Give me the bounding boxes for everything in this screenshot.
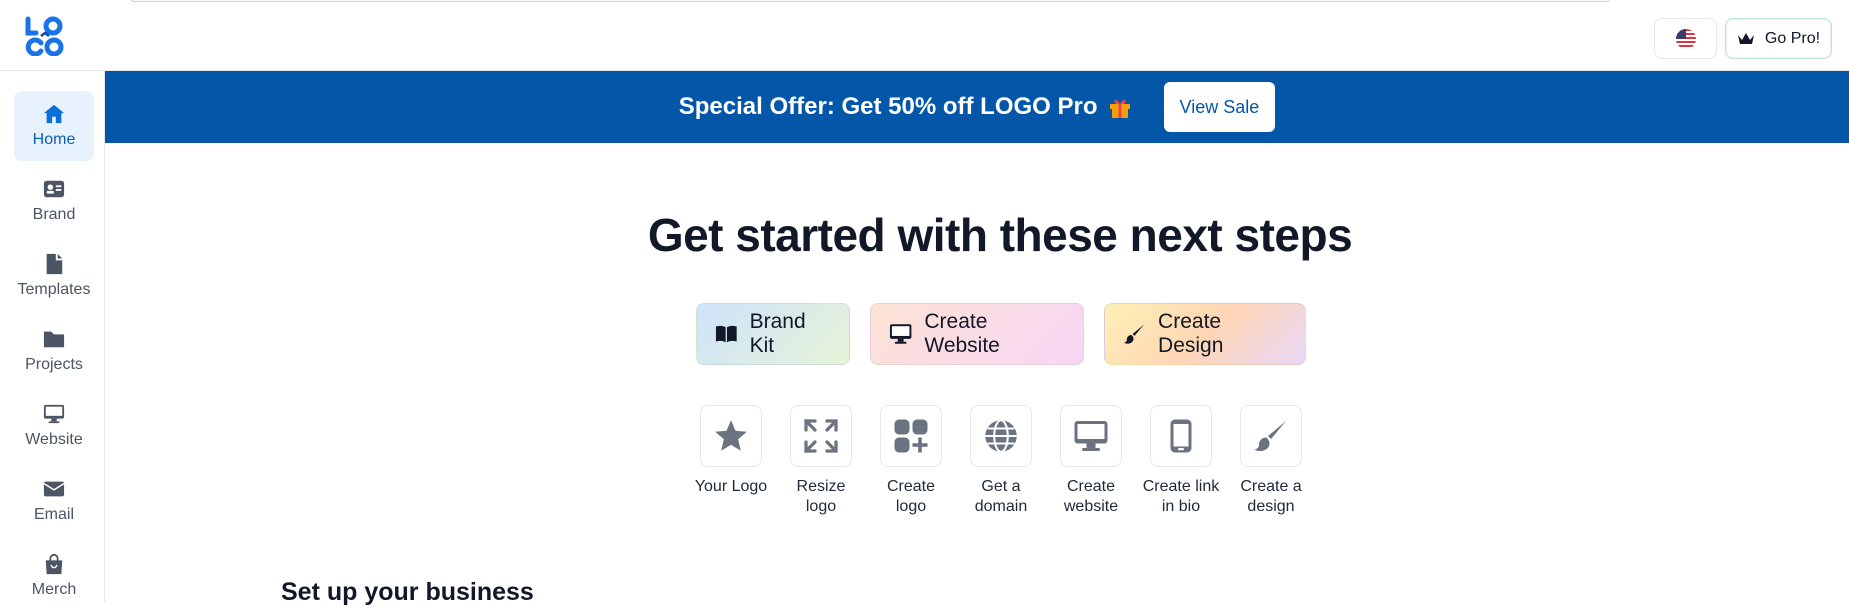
- tool-create-website[interactable]: Create website: [1051, 405, 1131, 517]
- offer-text: Special Offer: Get 50% off LOGO Pro: [679, 93, 1132, 121]
- tool-get-domain[interactable]: Get a domain: [961, 405, 1041, 517]
- page-title: Get started with these next steps: [647, 209, 1353, 261]
- tool-label: Create website: [1064, 477, 1118, 517]
- tool-icon-box[interactable]: [700, 405, 762, 467]
- view-sale-button[interactable]: View Sale: [1163, 82, 1276, 132]
- sidebar-item-brand[interactable]: Brand: [14, 166, 94, 236]
- home-icon: [43, 104, 65, 124]
- tool-create-design[interactable]: Create a design: [1231, 405, 1311, 517]
- monitor-icon: [43, 404, 65, 424]
- envelope-icon: [43, 481, 65, 497]
- go-pro-button[interactable]: Go Pro!: [1725, 18, 1832, 59]
- sidebar-item-projects[interactable]: Projects: [14, 316, 94, 386]
- tool-label: Your Logo: [695, 477, 767, 497]
- shopping-bag-icon: [45, 553, 63, 575]
- file-icon: [46, 253, 63, 275]
- expand-icon: [804, 419, 838, 453]
- tool-label: Create link in bio: [1143, 477, 1219, 517]
- sidebar-item-email[interactable]: Email: [14, 466, 94, 536]
- tool-label-line: logo: [895, 498, 927, 515]
- phone-icon: [1170, 419, 1192, 453]
- sidebar-item-label: Email: [33, 506, 74, 523]
- brand-kit-label: Brand Kit: [749, 310, 806, 357]
- tool-label: Create a design: [1240, 477, 1301, 517]
- tool-label-line: Get a: [981, 478, 1021, 495]
- tool-your-logo[interactable]: Your Logo: [691, 405, 771, 497]
- sidebar-item-website[interactable]: Website: [14, 391, 94, 461]
- logo[interactable]: [24, 16, 64, 57]
- section-title: Set up your business: [281, 578, 534, 606]
- create-design-label: Create Design: [1158, 310, 1224, 357]
- sidebar: Home Brand Templates Projects Website Em…: [0, 71, 105, 602]
- language-button[interactable]: [1654, 18, 1717, 59]
- tool-label-line: Create a: [1240, 478, 1302, 495]
- tool-label-line: Create: [886, 478, 936, 495]
- gift-icon: [1109, 99, 1130, 118]
- tool-label-line: design: [1247, 498, 1295, 515]
- shapes-plus-icon: [894, 419, 928, 453]
- us-flag-icon: [1675, 28, 1696, 49]
- monitor-icon: [1074, 421, 1108, 451]
- sidebar-item-label: Projects: [25, 356, 83, 373]
- tool-label-line: domain: [974, 498, 1028, 515]
- tool-label: Resize logo: [797, 477, 846, 517]
- browser-url-bar: [130, 0, 1610, 2]
- tool-label-line: Create link: [1142, 478, 1220, 495]
- logo-icon: [25, 16, 64, 57]
- tool-label: Get a domain: [975, 477, 1027, 517]
- tool-icon-box[interactable]: [790, 405, 852, 467]
- sidebar-item-label: Home: [32, 131, 76, 148]
- tool-icon-box[interactable]: [970, 405, 1032, 467]
- create-website-button[interactable]: Create Website: [870, 303, 1084, 365]
- special-offer-banner: Special Offer: Get 50% off LOGO Pro View…: [105, 71, 1849, 143]
- tool-resize-logo[interactable]: Resize logo: [781, 405, 861, 517]
- folder-icon: [43, 331, 65, 348]
- paintbrush-icon: [1123, 324, 1145, 344]
- sidebar-item-merch[interactable]: Merch: [14, 541, 94, 611]
- create-design-button[interactable]: Create Design: [1104, 303, 1306, 365]
- tool-label-line: in bio: [1161, 498, 1201, 515]
- book-icon: [715, 325, 737, 343]
- tool-icon-box[interactable]: [1240, 405, 1302, 467]
- sidebar-item-label: Templates: [17, 281, 91, 298]
- monitor-icon: [889, 324, 912, 344]
- tool-create-logo[interactable]: Create logo: [871, 405, 951, 517]
- sidebar-item-label: Merch: [31, 581, 77, 598]
- tool-label-line: Resize: [796, 478, 846, 495]
- tool-icon-box[interactable]: [1060, 405, 1122, 467]
- tool-icon-box[interactable]: [880, 405, 942, 467]
- sidebar-item-templates[interactable]: Templates: [14, 241, 94, 311]
- tool-label-line: website: [1063, 498, 1119, 515]
- tool-label-line: logo: [805, 498, 837, 515]
- brand-kit-button[interactable]: Brand Kit: [696, 303, 850, 365]
- tool-icon-box[interactable]: [1150, 405, 1212, 467]
- tool-label-line: Create: [1066, 478, 1116, 495]
- create-website-label: Create Website: [924, 310, 1000, 357]
- star-icon: [715, 420, 747, 451]
- offer-label: Special Offer: Get 50% off LOGO Pro: [678, 93, 1098, 120]
- sidebar-item-label: Brand: [32, 206, 76, 223]
- sidebar-item-home[interactable]: Home: [14, 91, 94, 161]
- globe-icon: [985, 419, 1017, 453]
- crown-icon: [1737, 32, 1754, 44]
- sidebar-item-label: Website: [25, 431, 83, 448]
- top-bar: Go Pro!: [0, 0, 1849, 71]
- paintbrush-icon: [1254, 421, 1286, 452]
- tool-label: Create logo: [887, 477, 935, 517]
- tool-label-line: Your Logo: [694, 478, 768, 495]
- go-pro-label: Go Pro!: [1764, 29, 1821, 47]
- tool-link-in-bio[interactable]: Create link in bio: [1141, 405, 1221, 517]
- id-card-icon: [43, 180, 65, 198]
